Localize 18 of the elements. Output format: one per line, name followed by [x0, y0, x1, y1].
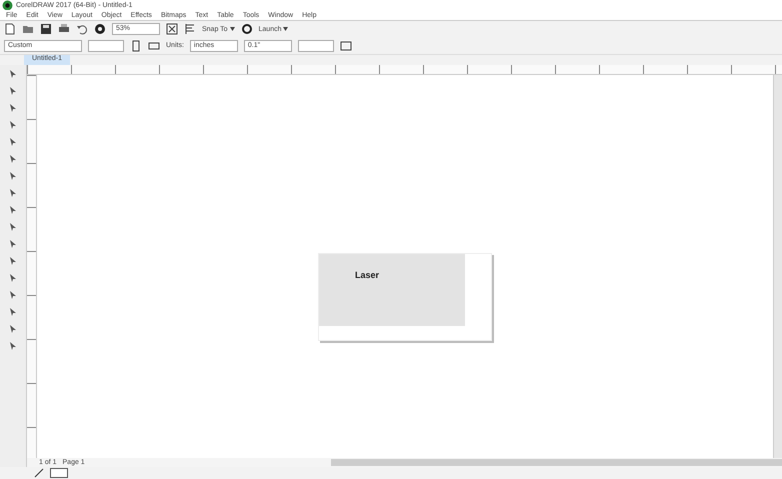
app-logo-icon [2, 0, 13, 10]
duplicate-distance-field[interactable] [298, 40, 334, 52]
caret-icon [230, 26, 235, 30]
folder-icon[interactable] [22, 23, 34, 35]
caret-icon [283, 26, 288, 30]
horizontal-scrollbar[interactable] [330, 459, 782, 466]
page-width-field[interactable] [88, 40, 124, 52]
pen-icon [34, 468, 46, 478]
portrait-icon[interactable] [130, 40, 142, 52]
laser-text: Laser [355, 270, 380, 280]
print-icon[interactable] [58, 23, 70, 35]
landscape-icon[interactable] [148, 40, 160, 52]
fullscreen-icon[interactable] [166, 23, 178, 35]
undo-icon[interactable] [76, 23, 88, 35]
new-document-icon[interactable] [4, 23, 16, 35]
vertical-scrollbar[interactable] [773, 75, 782, 458]
save-icon[interactable] [40, 23, 52, 35]
page-frame-icon[interactable] [340, 40, 352, 52]
